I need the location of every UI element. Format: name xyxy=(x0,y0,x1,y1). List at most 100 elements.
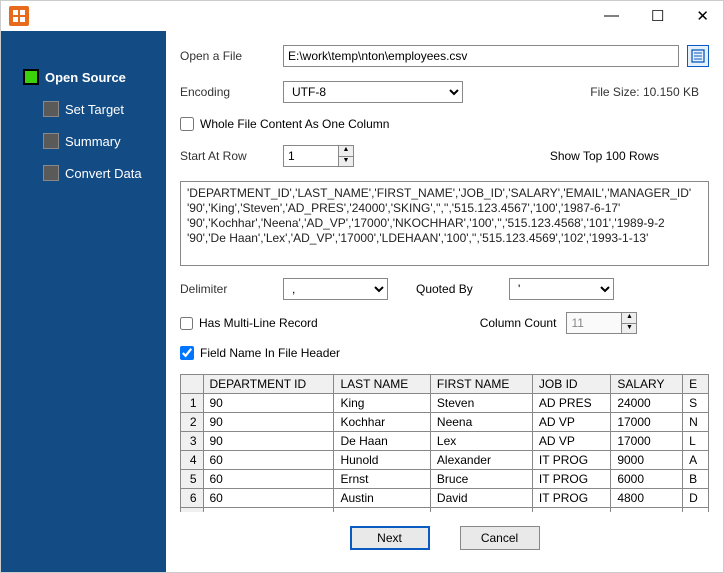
open-file-input[interactable] xyxy=(283,45,679,67)
column-count-input[interactable] xyxy=(566,312,621,334)
sidebar-item-label: Convert Data xyxy=(65,166,142,181)
table-row[interactable]: 290KochharNeenaAD VP17000N xyxy=(181,413,709,432)
table-cell[interactable]: King xyxy=(334,394,430,413)
table-cell[interactable]: 4800 xyxy=(611,489,683,508)
table-cell[interactable]: AD PRES xyxy=(532,394,610,413)
table-cell[interactable]: 24000 xyxy=(611,394,683,413)
table-cell[interactable]: 90 xyxy=(203,432,334,451)
table-cell[interactable]: A xyxy=(683,451,709,470)
column-count-spinner[interactable]: ▲▼ xyxy=(566,312,637,334)
table-row[interactable]: 760PataballaValliIT PROG4800V xyxy=(181,508,709,513)
table-cell[interactable]: 90 xyxy=(203,413,334,432)
sidebar-item-convert-data[interactable]: Convert Data xyxy=(35,157,166,189)
start-row-input[interactable] xyxy=(283,145,338,167)
column-header[interactable]: FIRST NAME xyxy=(430,375,532,394)
table-cell[interactable]: AD VP xyxy=(532,413,610,432)
table-cell[interactable]: 17000 xyxy=(611,432,683,451)
spinner-up-icon[interactable]: ▲ xyxy=(338,145,354,156)
table-cell[interactable]: AD VP xyxy=(532,432,610,451)
table-row[interactable]: 190KingStevenAD PRES24000S xyxy=(181,394,709,413)
sidebar-item-set-target[interactable]: Set Target xyxy=(35,93,166,125)
column-header[interactable]: E xyxy=(683,375,709,394)
sidebar-item-label: Open Source xyxy=(45,70,126,85)
table-cell[interactable]: 60 xyxy=(203,508,334,513)
encoding-select[interactable]: UTF-8 xyxy=(283,81,463,103)
file-preview-textarea[interactable]: 'DEPARTMENT_ID','LAST_NAME','FIRST_NAME'… xyxy=(180,181,709,266)
table-cell[interactable]: IT PROG xyxy=(532,451,610,470)
table-cell[interactable]: S xyxy=(683,394,709,413)
table-row[interactable]: 390De HaanLexAD VP17000L xyxy=(181,432,709,451)
column-header[interactable]: LAST NAME xyxy=(334,375,430,394)
table-cell[interactable]: 9000 xyxy=(611,451,683,470)
table-cell[interactable]: Ernst xyxy=(334,470,430,489)
column-header[interactable]: SALARY xyxy=(611,375,683,394)
maximize-button[interactable]: ☐ xyxy=(645,7,670,25)
next-button[interactable]: Next xyxy=(350,526,430,550)
row-number-cell: 6 xyxy=(181,489,203,508)
cancel-button[interactable]: Cancel xyxy=(460,526,540,550)
show-top-label: Show Top 100 Rows xyxy=(550,149,709,163)
quoted-by-select[interactable]: ' xyxy=(509,278,614,300)
field-header-checkbox[interactable] xyxy=(180,346,194,360)
app-window: — ☐ ✕ Open Source Set Target Summary Con… xyxy=(0,0,724,573)
sidebar: Open Source Set Target Summary Convert D… xyxy=(1,31,166,572)
sidebar-item-label: Set Target xyxy=(65,102,124,117)
row-number-cell: 3 xyxy=(181,432,203,451)
column-header[interactable]: JOB ID xyxy=(532,375,610,394)
whole-file-label: Whole File Content As One Column xyxy=(200,117,389,131)
browse-file-button[interactable] xyxy=(687,45,709,67)
delimiter-select[interactable]: , xyxy=(283,278,388,300)
table-cell[interactable]: 17000 xyxy=(611,413,683,432)
table-row[interactable]: 660AustinDavidIT PROG4800D xyxy=(181,489,709,508)
sidebar-item-summary[interactable]: Summary xyxy=(35,125,166,157)
table-cell[interactable]: B xyxy=(683,470,709,489)
app-icon xyxy=(9,6,29,26)
start-row-spinner[interactable]: ▲▼ xyxy=(283,145,358,167)
table-cell[interactable]: 4800 xyxy=(611,508,683,513)
table-cell[interactable]: IT PROG xyxy=(532,470,610,489)
step-indicator-active-icon xyxy=(23,69,39,85)
table-cell[interactable]: Hunold xyxy=(334,451,430,470)
table-cell[interactable]: 60 xyxy=(203,470,334,489)
table-cell[interactable]: 6000 xyxy=(611,470,683,489)
table-cell[interactable]: Bruce xyxy=(430,470,532,489)
sidebar-item-open-source[interactable]: Open Source xyxy=(15,61,166,93)
quoted-by-label: Quoted By xyxy=(416,282,501,296)
table-cell[interactable]: D xyxy=(683,489,709,508)
multiline-label: Has Multi-Line Record xyxy=(199,316,318,330)
table-cell[interactable]: De Haan xyxy=(334,432,430,451)
table-cell[interactable]: Pataballa xyxy=(334,508,430,513)
data-table-container[interactable]: DEPARTMENT IDLAST NAMEFIRST NAMEJOB IDSA… xyxy=(180,374,709,512)
table-cell[interactable]: L xyxy=(683,432,709,451)
spinner-up-icon[interactable]: ▲ xyxy=(621,312,637,323)
table-cell[interactable]: Steven xyxy=(430,394,532,413)
table-cell[interactable]: V xyxy=(683,508,709,513)
table-cell[interactable]: Alexander xyxy=(430,451,532,470)
table-cell[interactable]: IT PROG xyxy=(532,489,610,508)
preview-line: '90','De Haan','Lex','AD_VP','17000','LD… xyxy=(187,231,702,246)
minimize-button[interactable]: — xyxy=(598,7,625,25)
table-cell[interactable]: N xyxy=(683,413,709,432)
table-cell[interactable]: Kochhar xyxy=(334,413,430,432)
close-button[interactable]: ✕ xyxy=(690,7,715,25)
multiline-checkbox[interactable] xyxy=(180,317,193,330)
table-cell[interactable]: Neena xyxy=(430,413,532,432)
spinner-down-icon[interactable]: ▼ xyxy=(621,323,637,334)
whole-file-checkbox[interactable] xyxy=(180,117,194,131)
column-header[interactable]: DEPARTMENT ID xyxy=(203,375,334,394)
row-number-cell: 5 xyxy=(181,470,203,489)
document-icon xyxy=(691,49,705,63)
table-row[interactable]: 460HunoldAlexanderIT PROG9000A xyxy=(181,451,709,470)
table-cell[interactable]: IT PROG xyxy=(532,508,610,513)
table-cell[interactable]: Valli xyxy=(430,508,532,513)
table-cell[interactable]: 60 xyxy=(203,489,334,508)
table-cell[interactable]: David xyxy=(430,489,532,508)
spinner-down-icon[interactable]: ▼ xyxy=(338,156,354,167)
table-cell[interactable]: Austin xyxy=(334,489,430,508)
table-cell[interactable]: 90 xyxy=(203,394,334,413)
table-cell[interactable]: Lex xyxy=(430,432,532,451)
titlebar[interactable]: — ☐ ✕ xyxy=(1,1,723,31)
table-row[interactable]: 560ErnstBruceIT PROG6000B xyxy=(181,470,709,489)
table-cell[interactable]: 60 xyxy=(203,451,334,470)
encoding-label: Encoding xyxy=(180,85,275,99)
